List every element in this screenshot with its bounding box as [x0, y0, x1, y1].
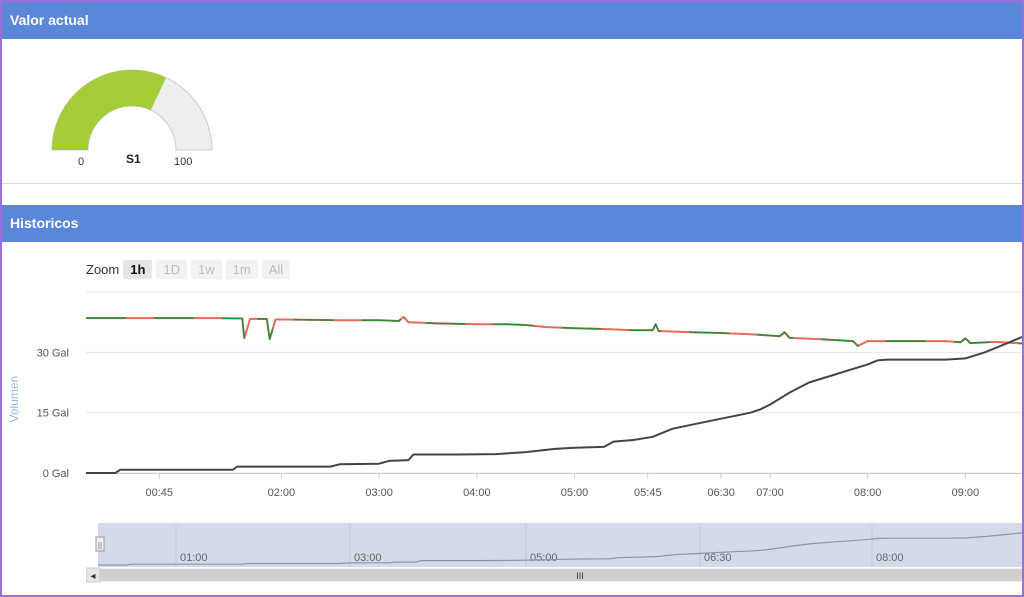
- x-tick-label: 09:00: [952, 487, 980, 499]
- x-tick-label: 05:00: [561, 487, 589, 499]
- y-axis-title: Volumen: [7, 376, 21, 423]
- gauge-chart: [51, 69, 213, 151]
- gauge-fill: [52, 69, 167, 150]
- zoom-bar: Zoom 1h 1D 1w 1m All: [86, 258, 291, 280]
- y-tick-label: 15 Gal: [37, 408, 69, 420]
- history-header: Historicos: [2, 205, 1022, 242]
- navigator-tick-label: 06:30: [704, 552, 732, 564]
- scrollbar-grip-icon: III: [576, 571, 584, 581]
- series-line-threshold: [86, 315, 1022, 347]
- gauge-name: S1: [126, 152, 141, 166]
- x-tick-label: 06:30: [707, 487, 735, 499]
- navigator-tick-label: 05:00: [530, 552, 558, 564]
- y-tick-label: 30 Gal: [37, 347, 69, 359]
- gauge-panel: 0 S1 100: [2, 40, 1022, 184]
- x-tick-label: 04:00: [463, 487, 491, 499]
- scroll-left-icon[interactable]: ◂: [90, 571, 95, 582]
- scrollbar-thumb[interactable]: [100, 569, 1024, 581]
- x-tick-label: 05:45: [634, 487, 662, 499]
- zoom-label: Zoom: [86, 261, 120, 277]
- gauge-min-label: 0: [78, 156, 85, 168]
- history-chart[interactable]: 0 Gal 15 Gal 30 Gal Volumen 00:45 02:00 03:00 0…: [2, 282, 1024, 507]
- y-tick-label: 0 Gal: [43, 468, 69, 480]
- zoom-button-all[interactable]: All: [261, 259, 291, 279]
- x-tick-label: 07:00: [756, 487, 784, 499]
- series-line-volume: [86, 335, 1022, 474]
- current-value-header: Valor actual: [2, 2, 1022, 39]
- navigator[interactable]: 01:00 03:00 05:00 06:30 08:00 || ◂ III: [86, 523, 1024, 583]
- zoom-button-1d[interactable]: 1D: [156, 259, 188, 279]
- x-tick-label: 08:00: [854, 487, 882, 499]
- x-tick-label: 00:45: [146, 487, 174, 499]
- navigator-tick-label: 08:00: [876, 552, 904, 564]
- x-tick-label: 03:00: [365, 487, 393, 499]
- zoom-button-1w[interactable]: 1w: [191, 259, 222, 279]
- x-tick-label: 02:00: [268, 487, 296, 499]
- zoom-button-1h[interactable]: 1h: [123, 259, 153, 279]
- app-frame: Valor actual 0 S1 100 Historicos Zoom 1h…: [0, 0, 1024, 597]
- navigator-tick-label: 03:00: [354, 552, 382, 564]
- navigator-handle-grip: ||: [98, 541, 102, 550]
- gauge-max-label: 100: [174, 156, 193, 168]
- zoom-button-1m[interactable]: 1m: [225, 259, 258, 279]
- navigator-tick-label: 01:00: [180, 552, 208, 564]
